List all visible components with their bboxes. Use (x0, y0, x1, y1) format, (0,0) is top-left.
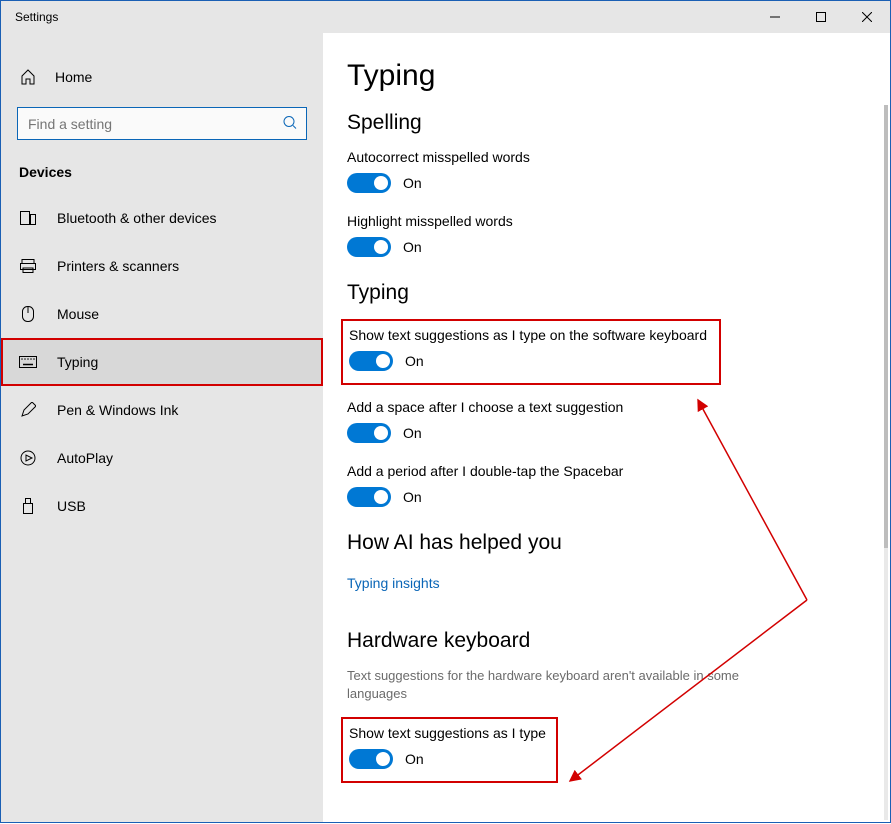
setting-label: Add a space after I choose a text sugges… (347, 399, 860, 415)
typing-insights-link[interactable]: Typing insights (347, 575, 440, 591)
setting-sw-suggestions: Show text suggestions as I type on the s… (349, 327, 709, 371)
printer-icon (19, 259, 37, 273)
scrollbar-thumb[interactable] (884, 105, 888, 548)
setting-highlight-misspelled: Highlight misspelled words On (347, 213, 860, 257)
sidebar-item-usb[interactable]: USB (1, 482, 323, 530)
sidebar-item-bluetooth[interactable]: Bluetooth & other devices (1, 194, 323, 242)
setting-label: Show text suggestions as I type on the s… (349, 327, 709, 343)
setting-label: Show text suggestions as I type (349, 725, 546, 741)
mouse-icon (19, 306, 37, 322)
spelling-heading: Spelling (347, 111, 860, 135)
toggle-state: On (403, 175, 422, 191)
toggle-space-after[interactable] (347, 423, 391, 443)
sidebar-section-title: Devices (1, 158, 323, 194)
setting-hw-suggestions: Show text suggestions as I type On (349, 725, 546, 769)
close-icon (862, 12, 872, 22)
setting-label: Highlight misspelled words (347, 213, 860, 229)
highlight-box-software-suggestions: Show text suggestions as I type on the s… (341, 319, 721, 385)
hardware-keyboard-heading: Hardware keyboard (347, 629, 860, 653)
page-title: Typing (347, 59, 860, 93)
sidebar-item-label: AutoPlay (57, 450, 113, 466)
toggle-highlight-misspelled[interactable] (347, 237, 391, 257)
usb-icon (19, 498, 37, 514)
setting-label: Add a period after I double-tap the Spac… (347, 463, 860, 479)
sidebar-item-label: Typing (57, 354, 98, 370)
toggle-hw-suggestions[interactable] (349, 749, 393, 769)
devices-icon (19, 211, 37, 225)
maximize-icon (816, 12, 826, 22)
keyboard-icon (19, 356, 37, 368)
window-controls (752, 1, 890, 33)
content-area: Typing Spelling Autocorrect misspelled w… (323, 33, 890, 822)
sidebar-item-printers[interactable]: Printers & scanners (1, 242, 323, 290)
sidebar-item-label: Printers & scanners (57, 258, 179, 274)
sidebar-item-autoplay[interactable]: AutoPlay (1, 434, 323, 482)
sidebar-item-label: Pen & Windows Ink (57, 402, 178, 418)
minimize-button[interactable] (752, 1, 798, 33)
home-label: Home (55, 69, 92, 85)
ai-heading: How AI has helped you (347, 531, 860, 555)
toggle-autocorrect[interactable] (347, 173, 391, 193)
minimize-icon (770, 12, 780, 22)
home-button[interactable]: Home (1, 55, 323, 99)
toggle-state: On (405, 751, 424, 767)
window-title: Settings (15, 10, 58, 24)
sidebar-item-label: Mouse (57, 306, 99, 322)
scrollbar[interactable] (884, 105, 888, 820)
titlebar: Settings (1, 1, 890, 33)
search-icon (283, 115, 297, 132)
typing-heading: Typing (347, 281, 860, 305)
maximize-button[interactable] (798, 1, 844, 33)
sidebar-item-mouse[interactable]: Mouse (1, 290, 323, 338)
toggle-sw-suggestions[interactable] (349, 351, 393, 371)
sidebar-item-pen[interactable]: Pen & Windows Ink (1, 386, 323, 434)
sidebar-item-label: Bluetooth & other devices (57, 210, 217, 226)
toggle-state: On (403, 425, 422, 441)
sidebar-item-label: USB (57, 498, 86, 514)
home-icon (19, 69, 37, 85)
setting-space-after: Add a space after I choose a text sugges… (347, 399, 860, 443)
toggle-period-doubletap[interactable] (347, 487, 391, 507)
autoplay-icon (19, 450, 37, 466)
search-input[interactable] (17, 107, 307, 140)
sidebar: Home Devices Bluetooth & other devices P… (1, 33, 323, 822)
setting-label: Autocorrect misspelled words (347, 149, 860, 165)
setting-autocorrect: Autocorrect misspelled words On (347, 149, 860, 193)
setting-period-doubletap: Add a period after I double-tap the Spac… (347, 463, 860, 507)
highlight-box-hardware-suggestions: Show text suggestions as I type On (341, 717, 558, 783)
toggle-state: On (405, 353, 424, 369)
search-box (17, 107, 307, 140)
toggle-state: On (403, 239, 422, 255)
pen-icon (19, 402, 37, 418)
hardware-keyboard-sub: Text suggestions for the hardware keyboa… (347, 667, 777, 703)
close-button[interactable] (844, 1, 890, 33)
sidebar-item-typing[interactable]: Typing (1, 338, 323, 386)
toggle-state: On (403, 489, 422, 505)
